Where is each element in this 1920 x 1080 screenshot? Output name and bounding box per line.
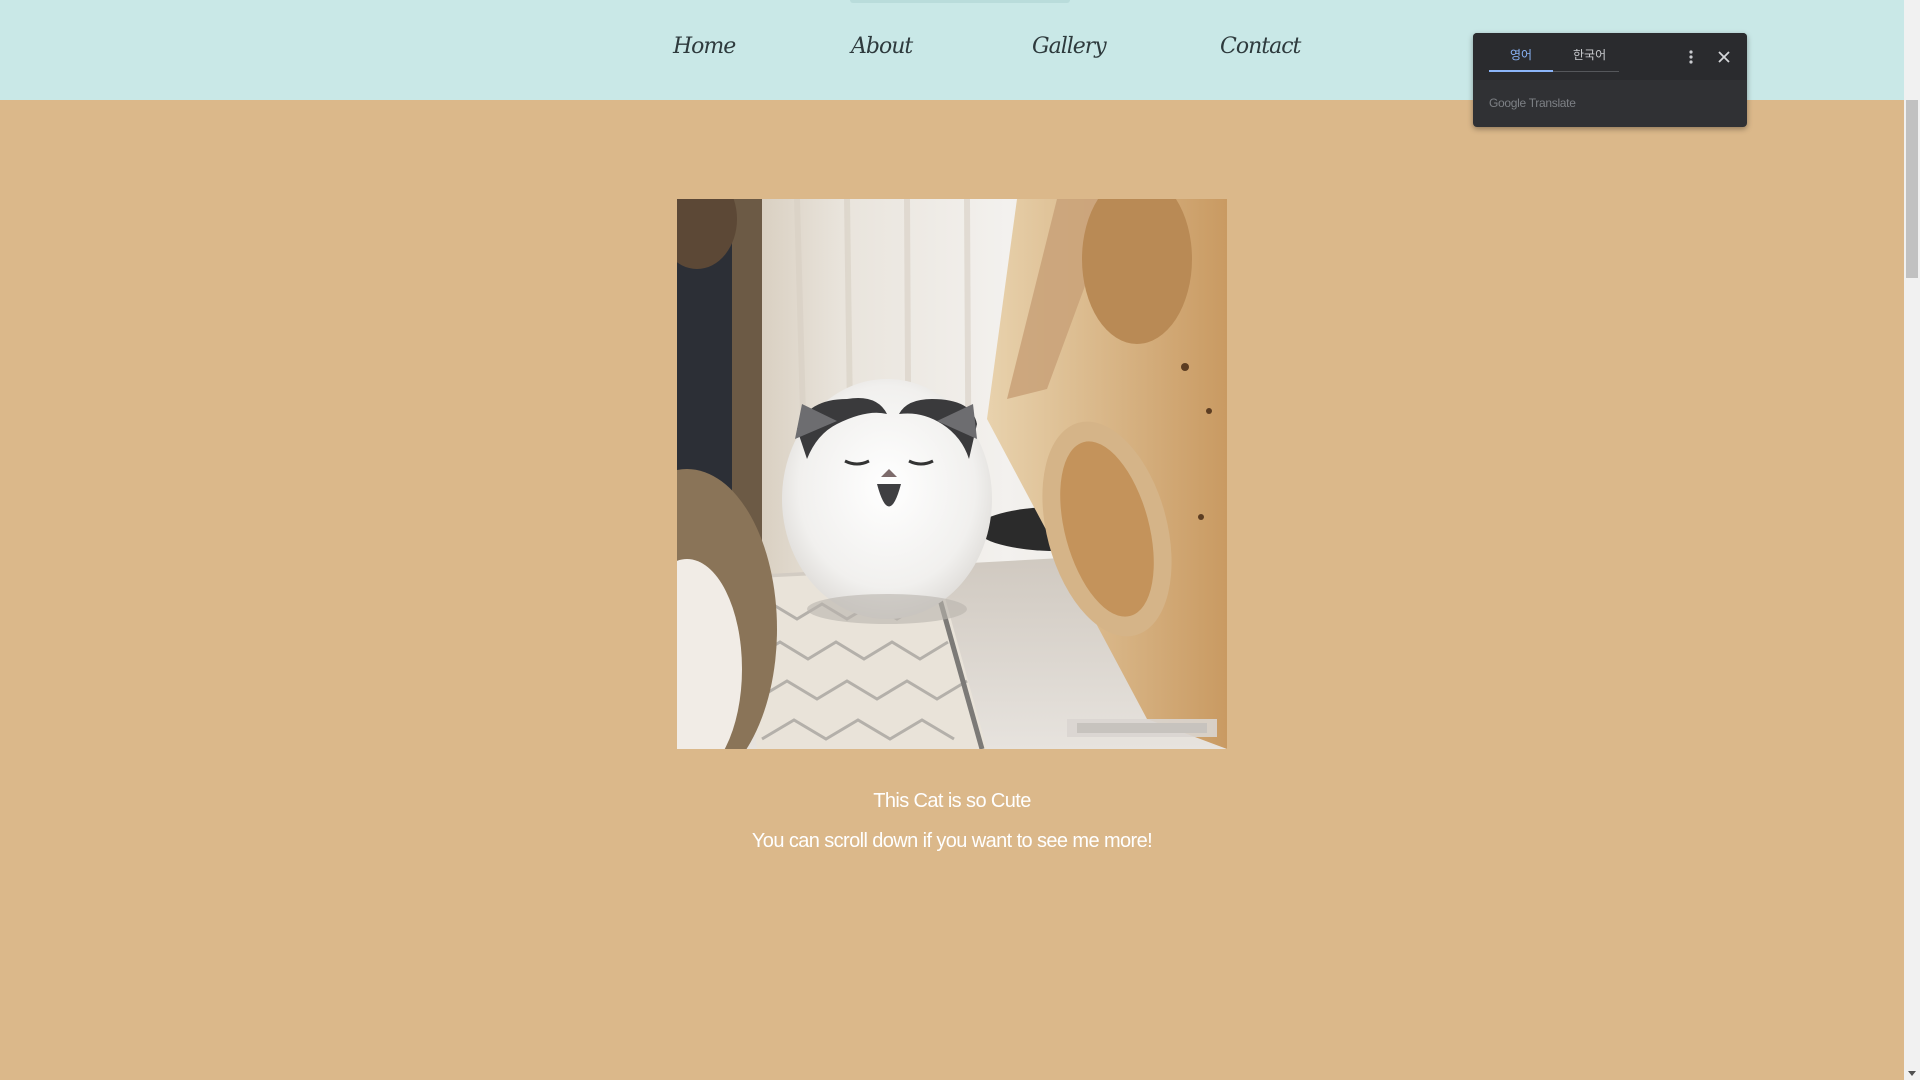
hero-caption-subtitle: You can scroll down if you want to see m… [751,830,1153,852]
cat-photo [677,199,1227,749]
nav-link-gallery[interactable]: Gallery [1032,34,1107,59]
nav-link-about[interactable]: About [851,34,913,59]
more-vert-icon[interactable] [1683,46,1699,68]
google-translate-popup: 영어 한국어 Google Translate [1473,33,1747,127]
translate-tab-korean[interactable]: 한국어 [1573,46,1606,63]
nav-link-home[interactable]: Home [673,34,736,59]
scroll-down-arrow-icon[interactable] [1904,1066,1920,1080]
close-icon[interactable] [1713,46,1735,68]
translate-header: 영어 한국어 [1473,33,1747,80]
nav-top-indicator [850,0,1070,3]
scrollbar-thumb[interactable] [1906,100,1918,278]
hero-caption-title: This Cat is so Cute [873,790,1031,812]
tab-divider [1553,71,1619,72]
active-tab-underline [1489,70,1553,72]
nav-link-contact[interactable]: Contact [1220,34,1301,59]
cat-photo-illustration [677,199,1227,749]
translate-brand: Google Translate [1489,96,1576,110]
translate-tab-english[interactable]: 영어 [1510,46,1532,63]
